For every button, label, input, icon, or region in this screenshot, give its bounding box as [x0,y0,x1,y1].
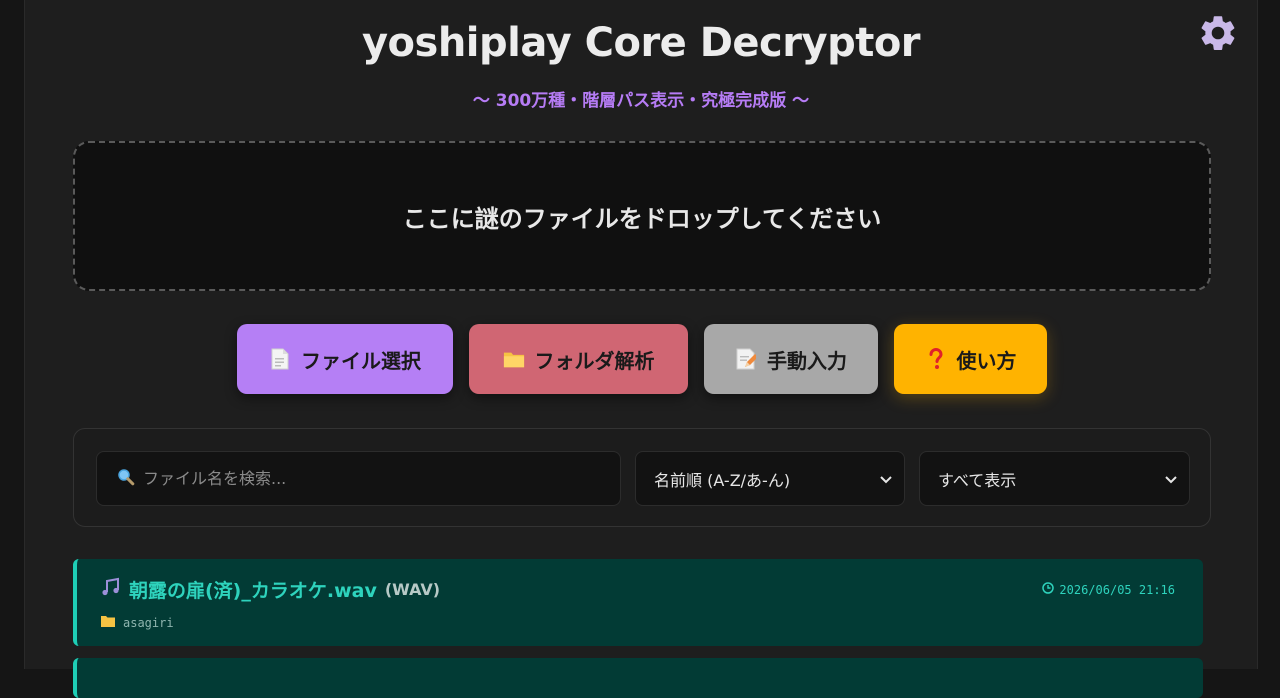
search-box[interactable] [96,451,621,506]
file-dropzone[interactable]: ここに謎のファイルをドロップしてください [73,141,1211,291]
file-select-button[interactable]: ファイル選択 [237,324,453,394]
filter-select-value: すべて表示 [938,470,1017,490]
clock-icon [1042,582,1055,597]
file-timestamp: 2026/06/05 21:16 [1042,582,1175,597]
folder-analyze-label: フォルダ解析 [534,348,655,373]
search-input[interactable] [143,469,620,488]
file-select-label: ファイル選択 [301,348,421,373]
filter-panel: 名前順 (A-Z/あ-ん) すべて表示 [73,428,1211,527]
file-list-item[interactable] [73,658,1203,698]
file-list-item[interactable]: 朝露の扉(済)_カラオケ.wav (WAV) 2026/06/05 21:16 … [73,559,1203,646]
file-title: 朝露の扉(済)_カラオケ.wav (WAV) [101,576,440,603]
folder-icon [503,347,525,371]
chevron-down-icon [1165,469,1177,488]
app-title: yoshiplay Core Decryptor [361,20,921,66]
app-subtitle: 〜 300万種・階層パス表示・究極完成版 〜 [472,91,810,111]
help-label: 使い方 [956,348,1017,373]
question-icon [925,347,947,371]
music-note-icon [101,577,121,602]
app-container: yoshiplay Core Decryptor 〜 300万種・階層パス表示・… [24,0,1258,698]
folder-icon [101,615,115,630]
memo-icon [735,347,757,371]
sort-select-value: 名前順 (A-Z/あ-ん) [654,470,791,490]
help-button[interactable]: 使い方 [894,324,1047,394]
search-icon [117,468,135,490]
dropzone-text: ここに謎のファイルをドロップしてください [402,204,882,233]
file-path: asagiri [101,615,174,630]
timestamp-text: 2026/06/05 21:16 [1059,582,1175,597]
file-name: 朝露の扉(済)_カラオケ.wav [129,580,377,602]
folder-analyze-button[interactable]: フォルダ解析 [469,324,688,394]
file-type: (WAV) [384,580,441,599]
folder-name: asagiri [123,615,174,630]
manual-input-label: 手動入力 [767,348,847,373]
chevron-down-icon [880,469,892,488]
document-icon [269,347,291,371]
manual-input-button[interactable]: 手動入力 [704,324,878,394]
sort-select[interactable]: 名前順 (A-Z/あ-ん) [635,451,905,506]
filter-select[interactable]: すべて表示 [919,451,1190,506]
